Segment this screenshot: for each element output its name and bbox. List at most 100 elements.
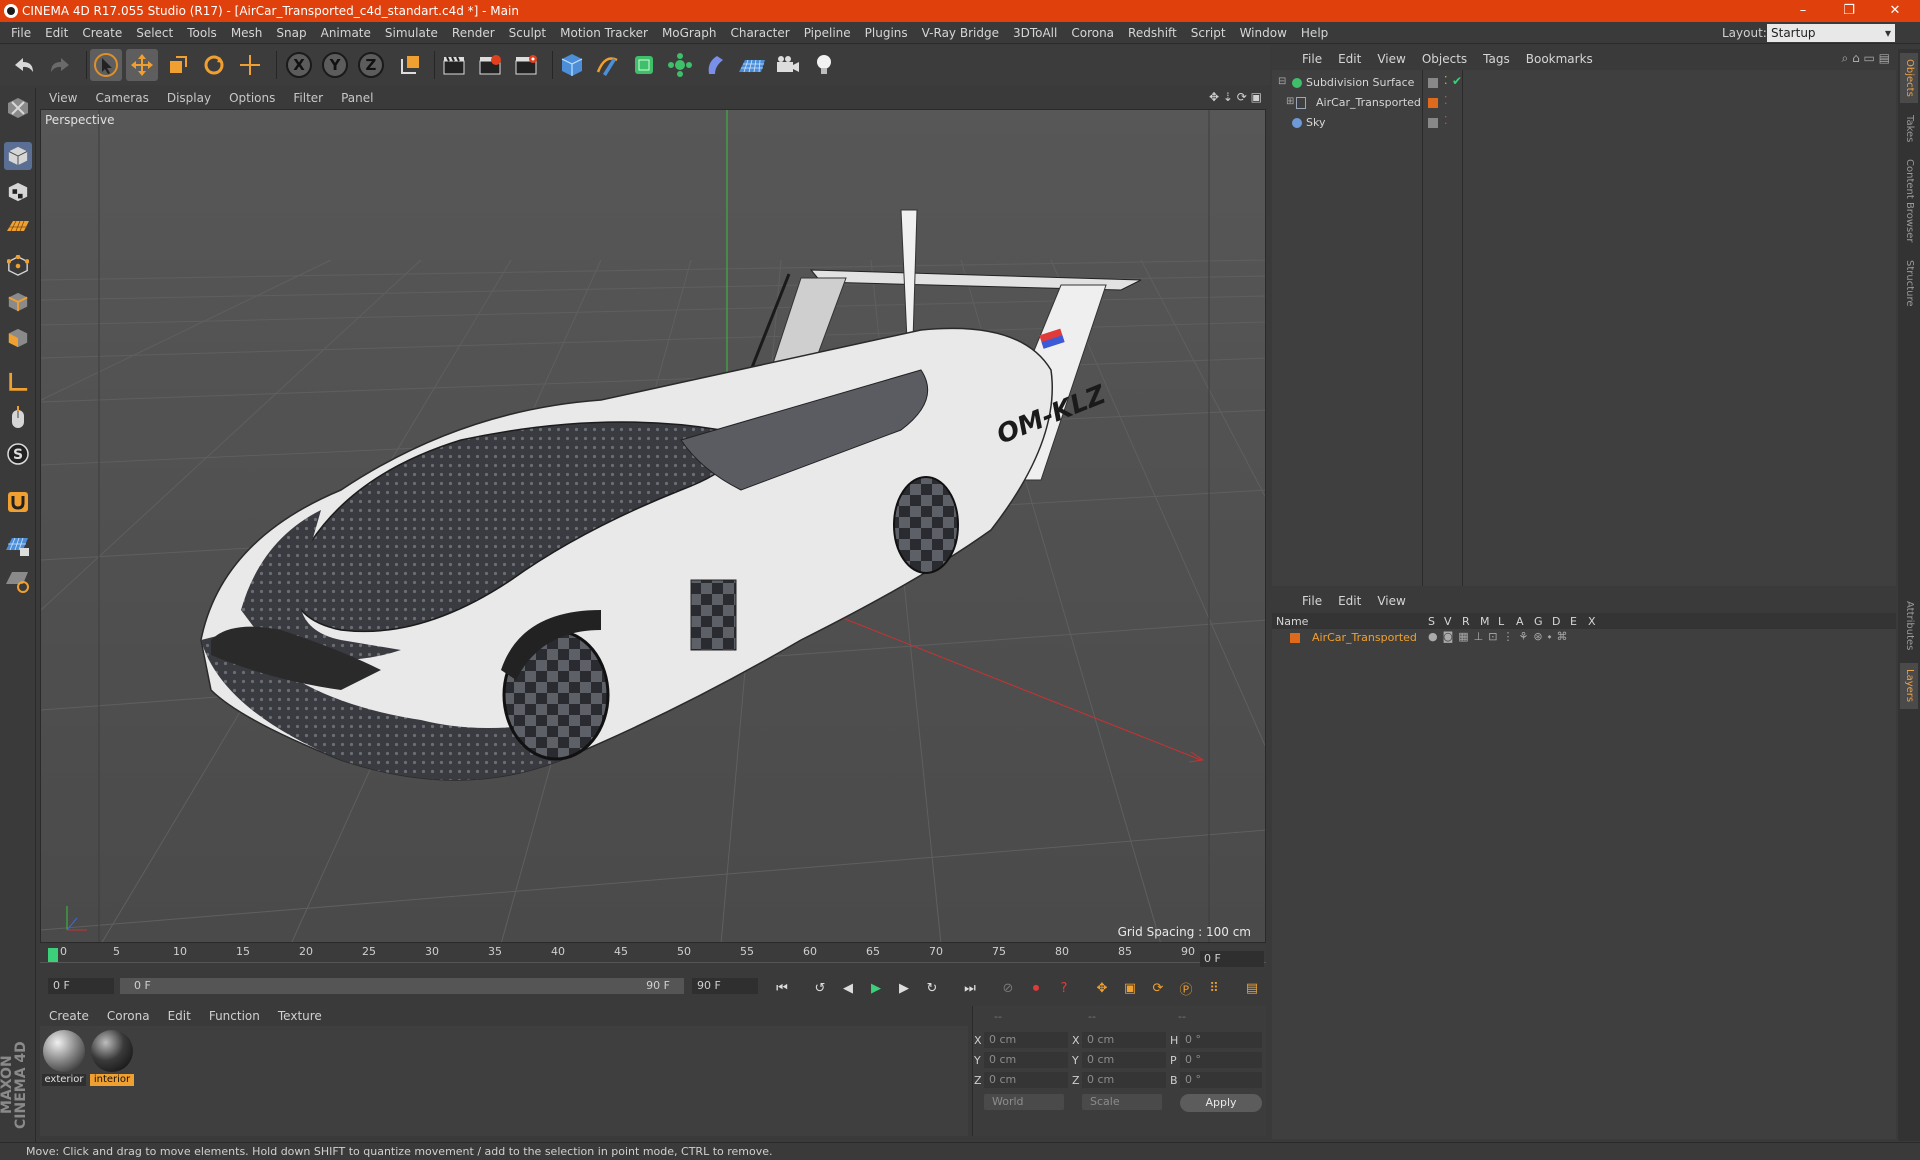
redo-button[interactable] xyxy=(44,49,76,81)
recent-tool[interactable] xyxy=(234,49,266,81)
menu-tools[interactable]: Tools xyxy=(180,22,224,44)
column-header[interactable]: L xyxy=(1498,615,1504,628)
autokeying-button[interactable]: ? xyxy=(1052,976,1076,1000)
om-menu-tags[interactable]: Tags xyxy=(1475,49,1518,69)
render-to-picture-viewer-button[interactable] xyxy=(474,49,506,81)
key-rotation-button[interactable]: ⟳ xyxy=(1146,976,1170,1000)
column-header[interactable]: A xyxy=(1516,615,1524,628)
add-spline-button[interactable] xyxy=(592,49,624,81)
menu-pipeline[interactable]: Pipeline xyxy=(797,22,858,44)
layer-name[interactable]: AirCar_Transported xyxy=(1312,631,1417,644)
menu-vray-bridge[interactable]: V-Ray Bridge xyxy=(915,22,1006,44)
preview-range-slider[interactable]: 0 F 90 F xyxy=(120,978,684,994)
object-row[interactable]: ⊟ Subdivision Surface ⁚ ✔ xyxy=(1272,74,1896,92)
key-position-button[interactable]: ✥ xyxy=(1090,976,1114,1000)
go-to-end-button[interactable]: ⏭ xyxy=(958,976,982,1000)
snapping-button[interactable]: S xyxy=(4,440,32,468)
column-header[interactable]: G xyxy=(1534,615,1543,628)
timeline-ruler[interactable]: 0 5 10 15 20 25 30 35 40 45 50 55 60 65 … xyxy=(40,945,1266,969)
menu-mograph[interactable]: MoGraph xyxy=(655,22,724,44)
play-button[interactable]: ▶ xyxy=(864,976,888,1000)
key-parameter-button[interactable]: Ⓟ xyxy=(1174,976,1198,1000)
move-tool[interactable] xyxy=(126,49,158,81)
material-swatch-exterior[interactable]: exterior xyxy=(42,1030,86,1086)
object-name[interactable]: Sky xyxy=(1306,116,1325,129)
menu-animate[interactable]: Animate xyxy=(314,22,378,44)
menu-redshift[interactable]: Redshift xyxy=(1121,22,1184,44)
material-menu-corona[interactable]: Corona xyxy=(98,1006,159,1026)
material-menu-function[interactable]: Function xyxy=(200,1006,269,1026)
menu-character[interactable]: Character xyxy=(723,22,796,44)
go-to-start-button[interactable]: ⏮ xyxy=(770,976,794,1000)
menu-script[interactable]: Script xyxy=(1184,22,1233,44)
layer-swatch-icon[interactable] xyxy=(1428,98,1438,108)
go-to-previous-key-button[interactable]: ↺ xyxy=(808,976,832,1000)
menu-sculpt[interactable]: Sculpt xyxy=(502,22,553,44)
layer-swatch-icon[interactable] xyxy=(1428,118,1438,128)
viewport-menu-panel[interactable]: Panel xyxy=(332,88,382,108)
layer-menu-edit[interactable]: Edit xyxy=(1330,591,1369,611)
menu-snap[interactable]: Snap xyxy=(269,22,313,44)
menu-edit[interactable]: Edit xyxy=(38,22,75,44)
position-z-field[interactable]: 0 cm xyxy=(984,1072,1068,1088)
layout-dropdown[interactable]: Startup xyxy=(1767,24,1895,42)
y-axis-lock[interactable]: Y xyxy=(322,52,348,78)
apply-button[interactable]: Apply xyxy=(1180,1094,1262,1112)
timeline-window-button[interactable]: ▤ xyxy=(1240,976,1264,1000)
model-mode-button[interactable] xyxy=(4,142,32,170)
key-scale-button[interactable]: ▣ xyxy=(1118,976,1142,1000)
polygons-mode-button[interactable] xyxy=(4,324,32,352)
om-search-home-icons[interactable]: ⌕ ⌂ ▭ ▤ xyxy=(1842,51,1890,66)
3d-viewport[interactable]: OM-KLZ Perspective Grid Spacing : 100 cm xyxy=(40,109,1266,943)
menu-mesh[interactable]: Mesh xyxy=(224,22,270,44)
position-y-field[interactable]: 0 cm xyxy=(984,1052,1068,1068)
add-cube-button[interactable] xyxy=(556,49,588,81)
column-header[interactable]: E xyxy=(1570,615,1577,628)
coordinate-mode-dropdown[interactable]: World xyxy=(984,1094,1064,1110)
viewport-camera-label[interactable]: Perspective xyxy=(45,113,115,127)
viewport-menu-options[interactable]: Options xyxy=(220,88,284,108)
render-view-button[interactable] xyxy=(438,49,470,81)
menu-file[interactable]: File xyxy=(4,22,38,44)
add-camera-button[interactable] xyxy=(772,49,804,81)
visibility-dots-icon[interactable]: ⁚ xyxy=(1444,94,1448,107)
om-menu-view[interactable]: View xyxy=(1369,49,1413,69)
close-button[interactable]: ✕ xyxy=(1872,0,1918,22)
menu-window[interactable]: Window xyxy=(1233,22,1294,44)
object-row[interactable]: ⊞ AirCar_Transported ⁚ xyxy=(1272,94,1896,112)
render-settings-button[interactable] xyxy=(510,49,542,81)
enabled-check-icon[interactable]: ✔ xyxy=(1452,74,1462,88)
size-y-field[interactable]: 0 cm xyxy=(1082,1052,1166,1068)
tab-structure[interactable]: Structure xyxy=(1900,253,1918,313)
add-light-button[interactable] xyxy=(808,49,840,81)
end-frame-field[interactable]: 90 F xyxy=(692,978,758,994)
size-x-field[interactable]: 0 cm xyxy=(1082,1032,1166,1048)
om-menu-objects[interactable]: Objects xyxy=(1414,49,1475,69)
menu-simulate[interactable]: Simulate xyxy=(378,22,445,44)
viewport-nav-icons[interactable]: ✥ ⇣ ⟳ ▣ xyxy=(1209,90,1262,104)
expand-toggle-icon[interactable]: ⊞ xyxy=(1286,96,1294,107)
rotation-p-field[interactable]: 0 ° xyxy=(1180,1052,1262,1068)
undo-button[interactable] xyxy=(8,49,40,81)
texture-mode-button[interactable] xyxy=(4,178,32,206)
viewport-menu-view[interactable]: View xyxy=(40,88,86,108)
column-header[interactable]: M xyxy=(1480,615,1490,628)
layer-row[interactable]: AirCar_Transported ●◙▦⊥⊡⋮⚘⊛⬩⌘ xyxy=(1272,630,1896,646)
minimize-button[interactable]: – xyxy=(1780,0,1826,22)
key-point-level-button[interactable]: ⠿ xyxy=(1202,976,1226,1000)
collapse-toggle-icon[interactable]: ⊟ xyxy=(1278,76,1286,87)
menu-select[interactable]: Select xyxy=(129,22,180,44)
position-x-field[interactable]: 0 cm xyxy=(984,1032,1068,1048)
object-name[interactable]: AirCar_Transported xyxy=(1316,96,1421,109)
layer-menu-view[interactable]: View xyxy=(1369,591,1413,611)
add-mograph-button[interactable] xyxy=(664,49,696,81)
material-menu-edit[interactable]: Edit xyxy=(159,1006,200,1026)
menu-plugins[interactable]: Plugins xyxy=(858,22,915,44)
column-header[interactable]: S xyxy=(1428,615,1435,628)
edges-mode-button[interactable] xyxy=(4,288,32,316)
tab-layers[interactable]: Layers xyxy=(1900,663,1918,709)
material-swatch-interior[interactable]: interior xyxy=(90,1030,134,1086)
rotation-h-field[interactable]: 0 ° xyxy=(1180,1032,1262,1048)
add-deformer-button[interactable] xyxy=(700,49,732,81)
z-axis-lock[interactable]: Z xyxy=(358,52,384,78)
